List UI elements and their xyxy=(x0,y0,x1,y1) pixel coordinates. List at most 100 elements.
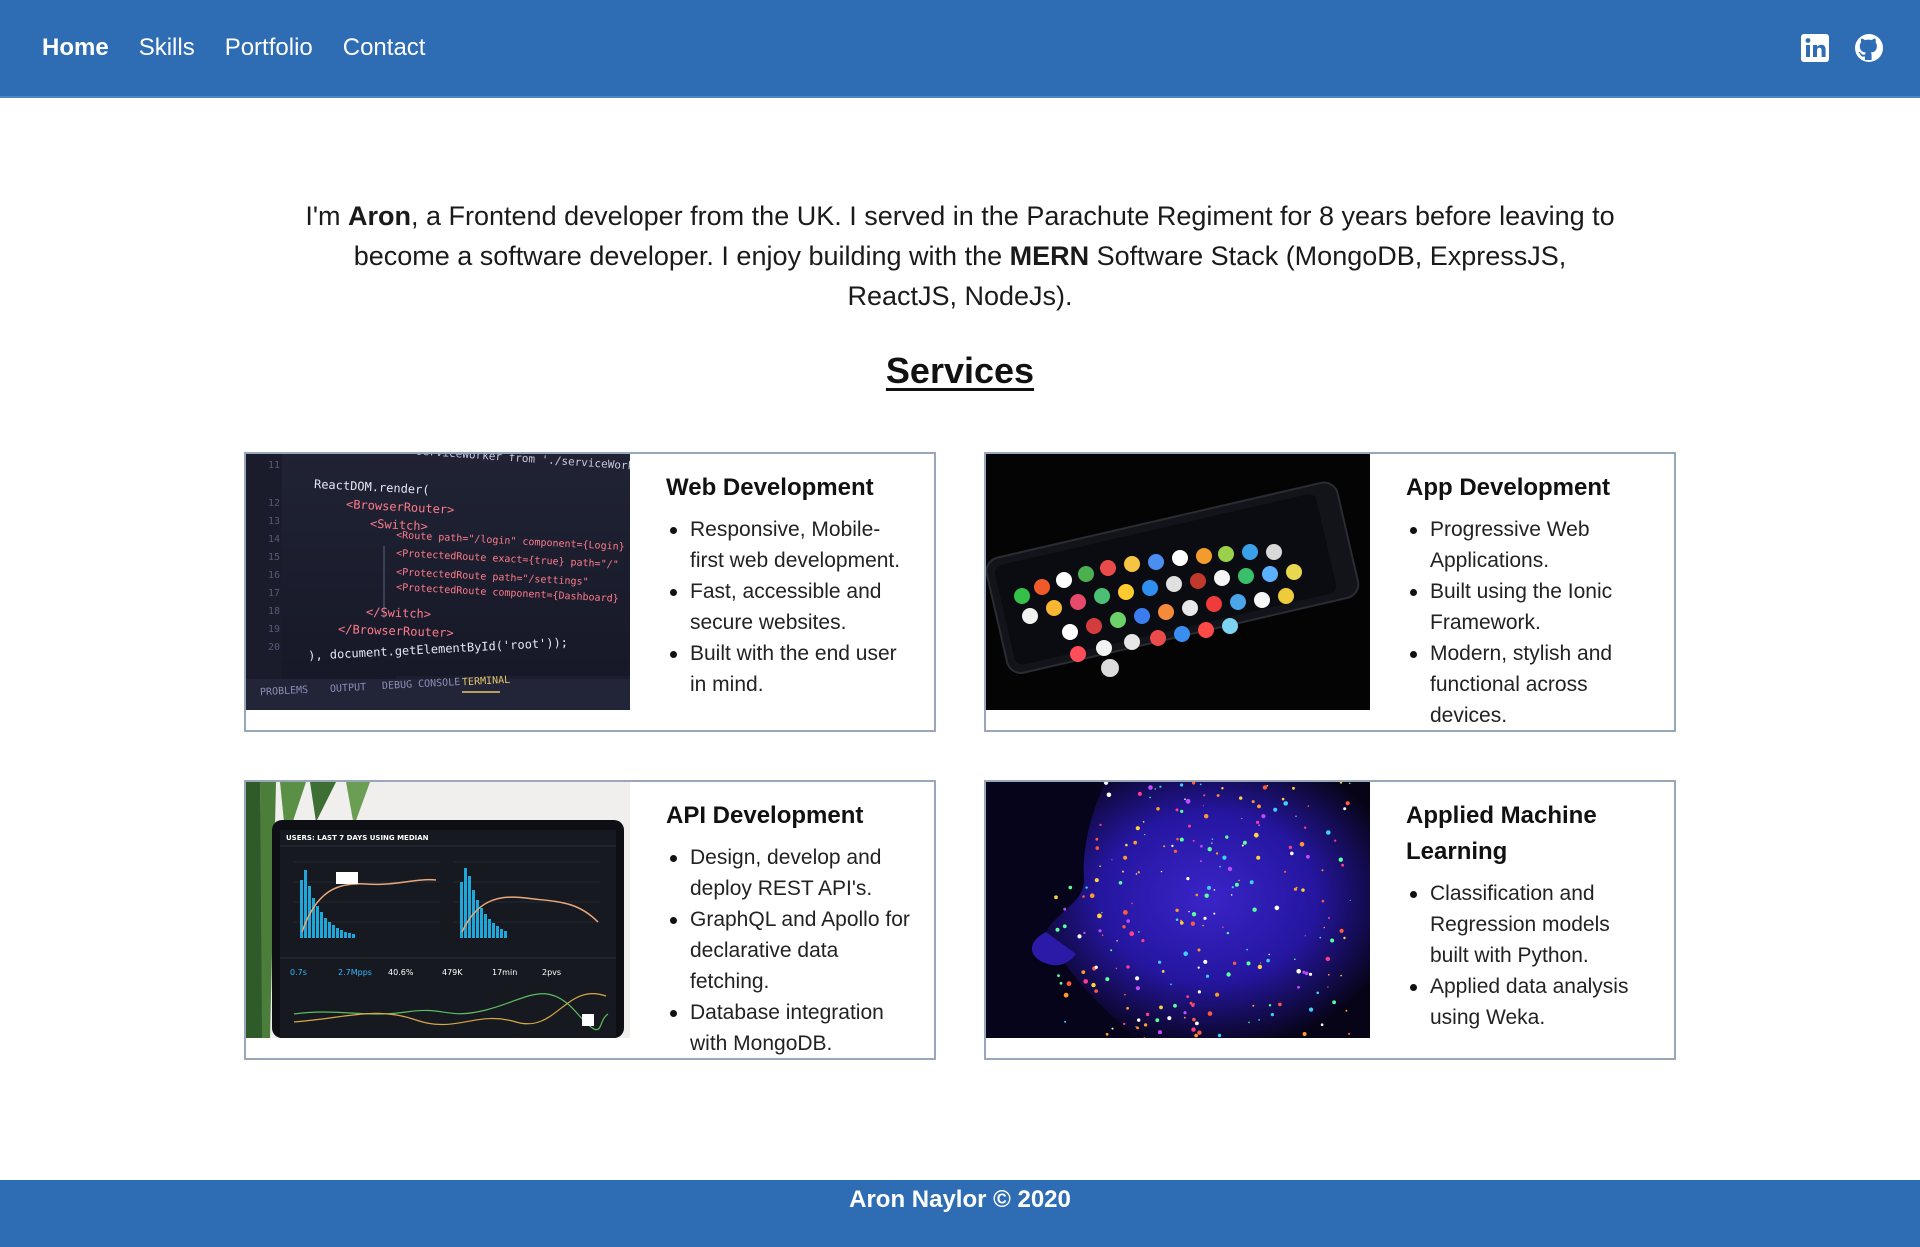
service-card-ml: Applied Machine Learning Classification … xyxy=(984,780,1676,1060)
linkedin-icon[interactable] xyxy=(1800,33,1830,63)
glitter-speck xyxy=(1110,949,1113,952)
glitter-speck xyxy=(1095,846,1100,850)
nav-links: Home Skills Portfolio Contact xyxy=(42,34,425,62)
glitter-speck xyxy=(1262,785,1268,790)
glitter-speck xyxy=(1301,888,1305,892)
glitter-speck xyxy=(1258,1019,1260,1021)
services-heading: Services xyxy=(885,350,1035,391)
svg-text:13: 13 xyxy=(268,516,280,527)
dashboard-image: USERS: LAST 7 DAYS USING MEDIAN 0.7s 2.7… xyxy=(246,782,630,1038)
glitter-speck xyxy=(1343,936,1346,940)
phone-image xyxy=(986,454,1370,710)
card-list: Progressive Web Applications. Built usin… xyxy=(1406,514,1654,730)
glitter-speck xyxy=(1327,986,1329,988)
glitter-speck xyxy=(1077,934,1082,939)
glitter-speck xyxy=(1226,931,1230,935)
glitter-speck xyxy=(1222,855,1227,860)
glitter-speck xyxy=(1057,974,1060,977)
glitter-speck xyxy=(1259,962,1262,964)
glitter-speck xyxy=(1129,931,1135,937)
github-icon[interactable] xyxy=(1854,33,1884,63)
glitter-speck xyxy=(1142,821,1145,823)
glitter-speck xyxy=(1183,1016,1186,1019)
glitter-speck xyxy=(1105,1032,1109,1036)
glitter-speck xyxy=(1105,977,1110,982)
glitter-speck xyxy=(1316,991,1319,995)
glitter-speck xyxy=(1278,1002,1282,1007)
nav-link-home[interactable]: Home xyxy=(42,34,109,62)
glitter-speck xyxy=(1283,801,1288,806)
glitter-speck xyxy=(1202,805,1204,807)
glitter-speck xyxy=(1197,948,1201,952)
card-list-item: GraphQL and Apollo for declarative data … xyxy=(666,904,914,997)
glitter-speck xyxy=(1348,782,1351,785)
svg-text:19: 19 xyxy=(268,624,280,635)
glitter-speck xyxy=(1307,805,1310,807)
glitter-speck xyxy=(1226,972,1231,977)
glitter-speck xyxy=(1173,849,1178,853)
glitter-speck xyxy=(1323,926,1325,929)
card-title: Applied Machine Learning xyxy=(1406,802,1597,865)
glitter-speck xyxy=(1274,905,1280,911)
card-body: Web Development Responsive, Mobile-first… xyxy=(630,454,934,730)
glitter-speck xyxy=(1325,956,1330,962)
svg-text:12: 12 xyxy=(268,498,280,509)
glitter-speck xyxy=(1246,948,1248,951)
glitter-speck xyxy=(1094,878,1099,883)
glitter-speck xyxy=(1064,1020,1067,1023)
glitter-speck xyxy=(1295,815,1297,818)
glitter-speck xyxy=(1319,936,1322,939)
glitter-speck xyxy=(1135,873,1138,875)
glitter-speck xyxy=(1083,979,1088,984)
svg-text:15: 15 xyxy=(268,552,280,563)
glitter-speck xyxy=(1288,845,1293,850)
glitter-speck xyxy=(1159,1005,1163,1010)
glitter-speck xyxy=(1197,966,1200,969)
glitter-speck xyxy=(1341,863,1344,867)
glitter-speck xyxy=(1261,814,1266,819)
glitter-speck xyxy=(1179,837,1184,842)
glitter-speck xyxy=(1099,823,1102,826)
glitter-speck xyxy=(1180,921,1184,925)
glitter-speck xyxy=(1157,1030,1163,1035)
glitter-speck xyxy=(1136,1026,1139,1030)
glitter-speck xyxy=(1195,1021,1199,1026)
glitter-speck xyxy=(1191,912,1197,917)
glitter-speck xyxy=(1230,894,1233,896)
nav-link-contact[interactable]: Contact xyxy=(343,34,426,62)
glitter-speck xyxy=(1186,995,1190,998)
glitter-speck xyxy=(1180,919,1183,922)
glitter-speck xyxy=(1290,851,1294,856)
glitter-speck xyxy=(1215,992,1220,997)
glitter-speck xyxy=(1094,965,1098,969)
glitter-speck xyxy=(1252,907,1257,912)
glitter-speck xyxy=(1217,1033,1222,1038)
svg-text:18: 18 xyxy=(268,606,280,617)
nav-link-portfolio[interactable]: Portfolio xyxy=(225,34,313,62)
glitter-speck xyxy=(1063,907,1067,911)
glitter-speck xyxy=(1327,973,1330,976)
card-list-item: Modern, stylish and functional across de… xyxy=(1406,638,1654,730)
glitter-speck xyxy=(1161,970,1165,973)
glitter-speck xyxy=(1338,857,1343,862)
glitter-speck xyxy=(1156,807,1160,811)
glitter-speck xyxy=(1328,917,1330,919)
glitter-speck xyxy=(1213,912,1216,915)
glitter-speck xyxy=(1097,913,1102,919)
glitter-speck xyxy=(1200,844,1203,848)
glitter-speck xyxy=(1268,953,1270,956)
glitter-speck xyxy=(1320,1023,1324,1026)
glitter-speck xyxy=(1123,1022,1126,1026)
glitter-speck xyxy=(1297,985,1300,989)
svg-text:14: 14 xyxy=(268,534,280,545)
card-body: API Development Design, develop and depl… xyxy=(630,782,934,1058)
card-list: Responsive, Mobile-first web development… xyxy=(666,514,914,700)
glitter-speck xyxy=(1123,855,1128,860)
glitter-speck xyxy=(1089,893,1095,898)
glitter-speck xyxy=(1118,881,1123,885)
nav-link-skills[interactable]: Skills xyxy=(139,34,195,62)
card-list-item: Responsive, Mobile-first web development… xyxy=(666,514,914,576)
glitter-speck xyxy=(1251,800,1255,804)
glitter-speck xyxy=(1268,1004,1272,1007)
glitter-speck xyxy=(1302,1032,1307,1036)
